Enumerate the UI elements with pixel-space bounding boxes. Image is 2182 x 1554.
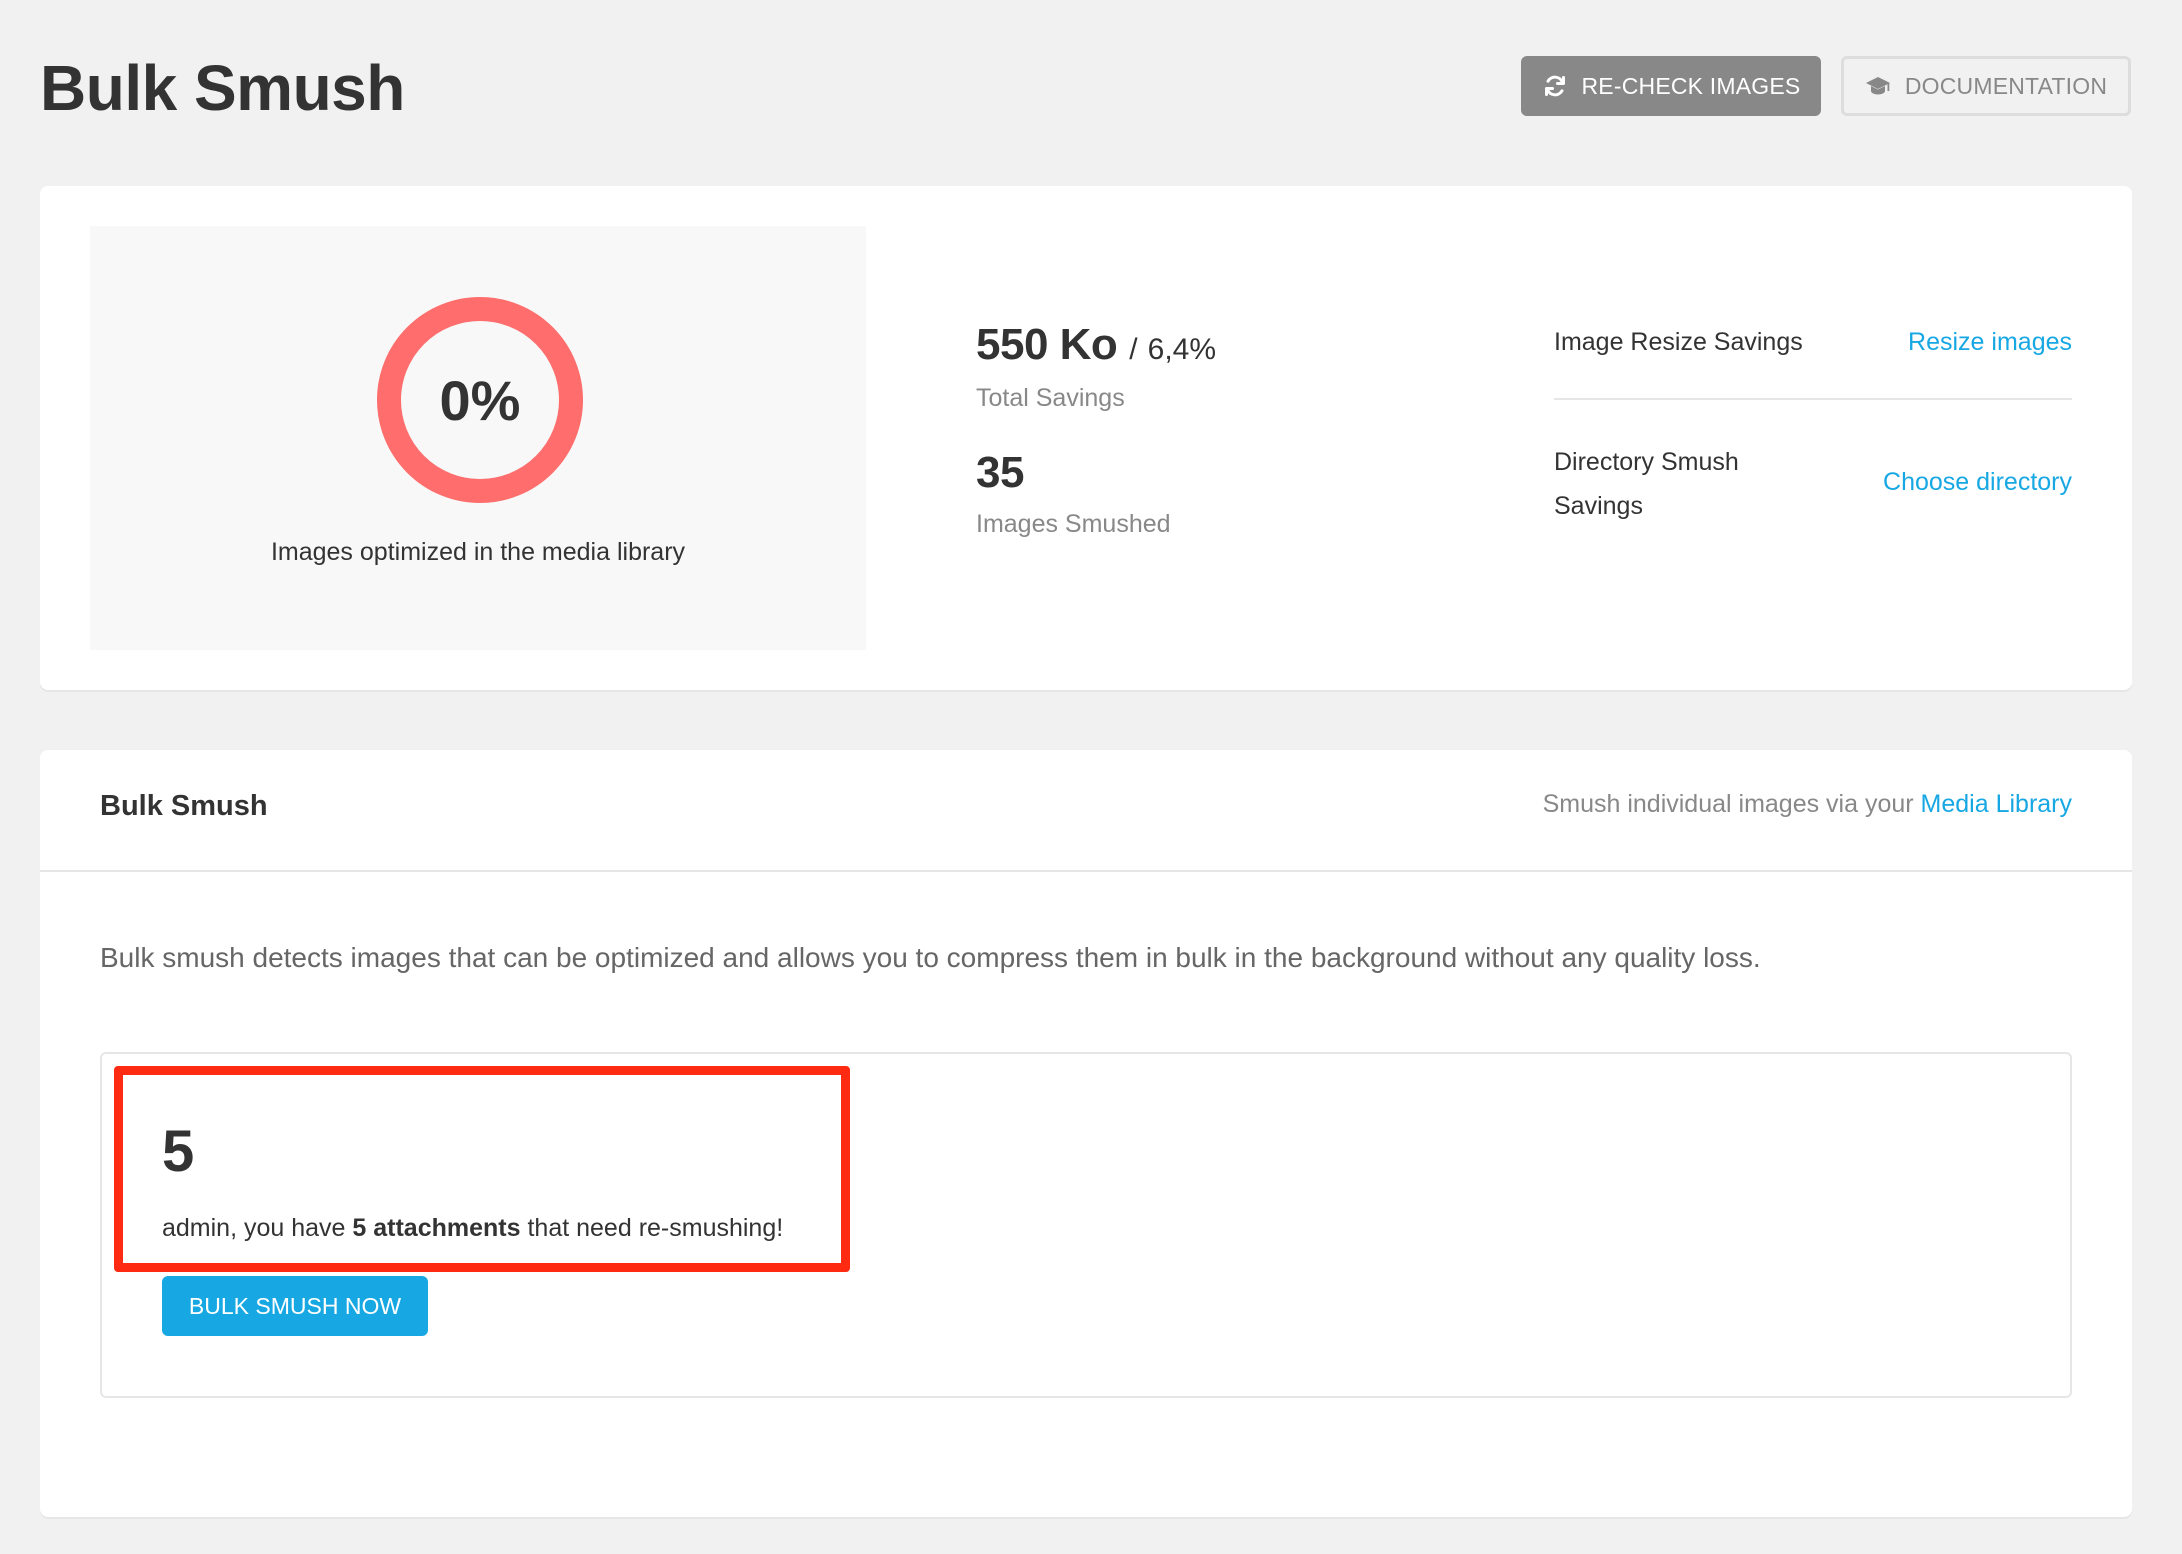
- image-resize-savings-label: Image Resize Savings: [1554, 328, 1803, 356]
- directory-smush-savings-row: Directory Smush Savings Choose directory: [1554, 440, 2072, 550]
- images-smushed-count: 35: [976, 448, 1024, 497]
- media-library-hint: Smush individual images via your Media L…: [1543, 790, 2072, 819]
- bulk-smush-now-button[interactable]: BULK SMUSH NOW: [162, 1276, 428, 1336]
- header-actions: RE-CHECK IMAGES DOCUMENTATION: [1521, 56, 2131, 116]
- page-title: Bulk Smush: [40, 52, 405, 124]
- resize-images-link[interactable]: Resize images: [1908, 328, 2072, 357]
- recheck-images-label: RE-CHECK IMAGES: [1581, 72, 1801, 99]
- optimization-summary: 0% Images optimized in the media library: [90, 226, 866, 650]
- media-library-link[interactable]: Media Library: [1921, 790, 2072, 818]
- recheck-images-button[interactable]: RE-CHECK IMAGES: [1521, 56, 1821, 116]
- resmush-message: admin, you have 5 attachments that need …: [162, 1214, 783, 1243]
- total-savings-label: Total Savings: [976, 384, 1125, 412]
- optimized-label: Images optimized in the media library: [270, 538, 686, 566]
- image-resize-savings-row: Image Resize Savings Resize images: [1554, 320, 2072, 400]
- directory-smush-savings-label: Directory Smush Savings: [1554, 448, 1739, 520]
- resmush-message-count: 5 attachments: [352, 1214, 521, 1242]
- optimized-percent: 0%: [439, 368, 521, 432]
- total-savings: 550 Ko / 6,4%: [976, 320, 1216, 370]
- total-savings-percent: 6,4%: [1147, 333, 1217, 366]
- resmush-message-prefix: admin, you have: [162, 1214, 346, 1242]
- bulk-smush-card: Bulk Smush Smush individual images via y…: [40, 750, 2132, 1517]
- documentation-button[interactable]: DOCUMENTATION: [1841, 56, 2131, 116]
- total-savings-size: 550 Ko: [976, 320, 1118, 369]
- resmush-message-suffix: that need re-smushing!: [527, 1214, 784, 1242]
- documentation-label: DOCUMENTATION: [1904, 72, 2108, 99]
- images-smushed-label: Images Smushed: [976, 510, 1171, 538]
- media-library-hint-text: Smush individual images via your: [1542, 790, 1914, 818]
- resmush-notice: 5 admin, you have 5 attachments that nee…: [100, 1052, 2072, 1398]
- bulk-smush-header: Bulk Smush Smush individual images via y…: [40, 750, 2132, 872]
- choose-directory-link[interactable]: Choose directory: [1883, 468, 2072, 497]
- graduation-cap-icon: [1865, 73, 1891, 99]
- bulk-smush-title: Bulk Smush: [100, 790, 268, 822]
- bulk-smush-page: Bulk Smush RE-CHECK IMAGES DOCUMENTATION…: [0, 0, 2182, 1554]
- bulk-smush-description: Bulk smush detects images that can be op…: [100, 942, 1761, 973]
- refresh-icon: [1542, 73, 1568, 99]
- total-savings-separator: /: [1129, 333, 1138, 366]
- remaining-count: 5: [162, 1119, 195, 1184]
- summary-card: 0% Images optimized in the media library…: [40, 186, 2132, 690]
